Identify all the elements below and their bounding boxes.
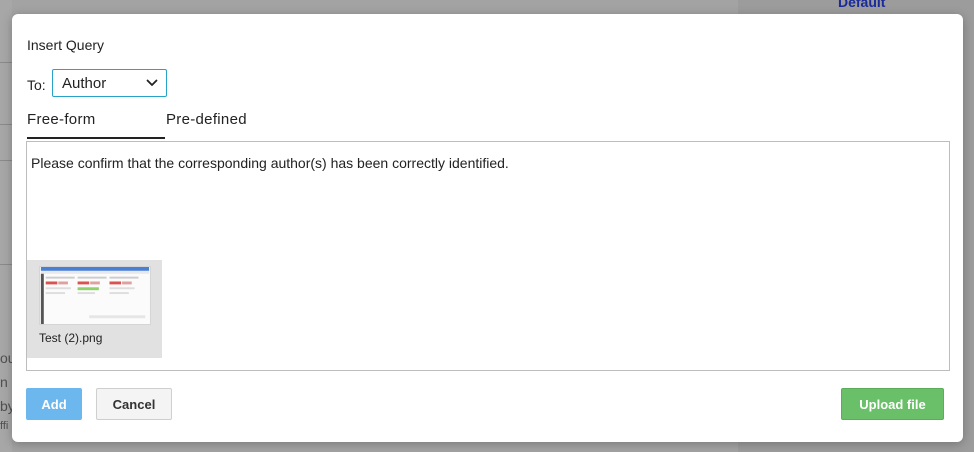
default-link: Default [838,0,886,10]
add-button[interactable]: Add [26,388,82,420]
recipient-select[interactable]: Author [52,69,167,97]
to-label: To: [27,77,46,93]
tab-free-form[interactable]: Free-form [27,111,165,139]
attachment-thumbnail [39,266,151,325]
chevron-down-icon [146,79,158,86]
background-text-fragment: n [0,374,8,390]
background-divider [0,124,12,125]
background-divider [0,264,12,265]
insert-query-dialog: Insert Query To: Author Free-form Pre-de… [12,14,963,442]
query-text-editor[interactable]: Please confirm that the corresponding au… [26,141,950,371]
query-text: Please confirm that the corresponding au… [31,155,509,171]
attachment-filename: Test (2).png [39,331,103,345]
attachment-tile[interactable]: Test (2).png [27,260,162,358]
background-divider [0,160,12,161]
tab-pre-defined[interactable]: Pre-defined [166,111,247,137]
cancel-button[interactable]: Cancel [96,388,172,420]
recipient-select-value: Author [62,75,107,92]
background-divider [0,62,12,63]
dialog-title: Insert Query [27,37,105,53]
upload-file-button[interactable]: Upload file [841,388,944,420]
query-tabs: Free-form Pre-defined [27,111,327,139]
background-text-fragment: ffi [0,420,9,432]
